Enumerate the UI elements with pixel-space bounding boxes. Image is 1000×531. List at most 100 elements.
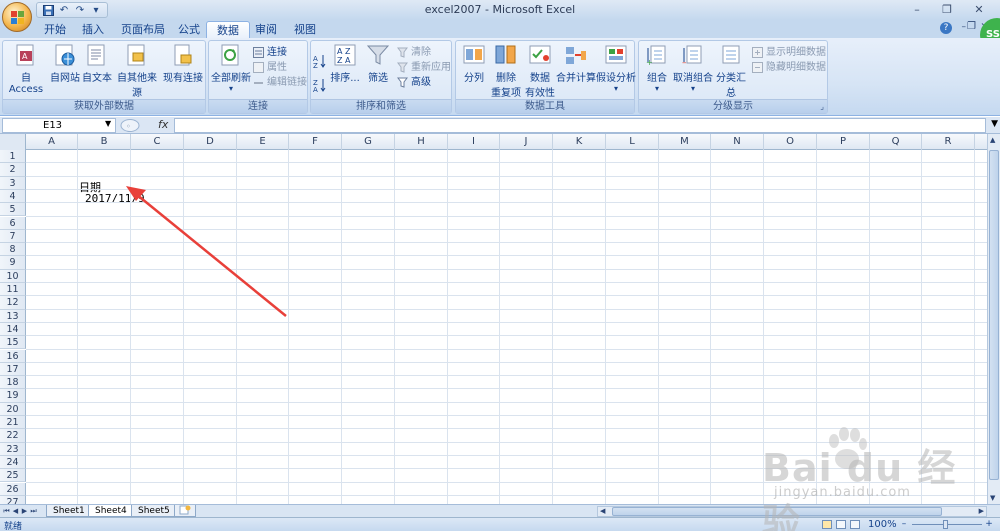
column-header-E[interactable]: E [237, 134, 289, 150]
horizontal-scrollbar[interactable]: ◀ ▶ [597, 506, 987, 517]
formula-input[interactable] [174, 118, 986, 133]
consolidate-button[interactable]: 合并计算 [556, 43, 596, 84]
row-header-26[interactable]: 26 [0, 482, 26, 496]
office-button[interactable] [2, 2, 32, 32]
column-header-J[interactable]: J [500, 134, 553, 150]
close-button[interactable]: ✕ [968, 2, 990, 17]
column-header-G[interactable]: G [342, 134, 395, 150]
row-header-5[interactable]: 5 [0, 203, 26, 217]
column-header-D[interactable]: D [184, 134, 237, 150]
row-header-23[interactable]: 23 [0, 442, 26, 456]
row-header-16[interactable]: 16 [0, 349, 26, 363]
row-header-2[interactable]: 2 [0, 163, 26, 177]
cells-area[interactable]: 日期 2017/11/9 [26, 150, 987, 504]
scroll-right-icon[interactable]: ▶ [979, 507, 984, 515]
sort-ascending-icon[interactable]: AZ [313, 53, 327, 70]
row-header-18[interactable]: 18 [0, 376, 26, 390]
prev-sheet-icon[interactable]: ◀ [11, 505, 20, 517]
edit-links-button[interactable]: 编辑链接 [253, 75, 307, 90]
row-header-10[interactable]: 10 [0, 269, 26, 283]
refresh-all-button[interactable]: 全部刷新 ▾ [211, 43, 251, 93]
scroll-up-icon[interactable]: ▲ [990, 136, 995, 144]
row-header-7[interactable]: 7 [0, 229, 26, 244]
from-access-button[interactable]: A 自 Access [5, 43, 47, 95]
row-header-1[interactable]: 1 [0, 150, 26, 164]
name-box-dropdown-icon[interactable]: ▼ [105, 119, 111, 128]
row-header-25[interactable]: 25 [0, 469, 26, 483]
sheet-tab-sheet1[interactable]: Sheet1 [46, 505, 92, 517]
row-header-20[interactable]: 20 [0, 402, 26, 416]
row-header-21[interactable]: 21 [0, 416, 26, 430]
row-header-19[interactable]: 19 [0, 389, 26, 403]
row-header-17[interactable]: 17 [0, 362, 26, 377]
from-text-button[interactable]: 自文本 [81, 43, 113, 84]
horizontal-scroll-thumb[interactable] [612, 507, 942, 516]
undo-icon[interactable]: ↶ [57, 4, 71, 16]
from-web-button[interactable]: 自网站 [49, 43, 81, 84]
row-header-22[interactable]: 22 [0, 429, 26, 443]
remove-duplicates-button[interactable]: 删除 重复项 [490, 43, 522, 99]
insert-function-icon[interactable]: fx [158, 118, 168, 131]
column-header-F[interactable]: F [289, 134, 342, 150]
save-icon[interactable] [41, 4, 55, 16]
what-if-analysis-button[interactable]: 假设分析 ▾ [596, 43, 636, 93]
insert-sheet-icon[interactable] [174, 505, 196, 517]
dialog-launcher-icon[interactable]: ⌟ [820, 102, 824, 111]
column-header-C[interactable]: C [131, 134, 184, 150]
reapply-button[interactable]: 重新应用 [397, 60, 451, 75]
sort-button[interactable]: A ZZ A 排序... [329, 43, 361, 84]
help-icon[interactable]: ? [940, 22, 952, 34]
vertical-scrollbar[interactable]: ▲ ▼ [987, 134, 1000, 504]
row-header-6[interactable]: 6 [0, 216, 26, 230]
connections-button[interactable]: 连接 [253, 45, 287, 60]
redo-icon[interactable]: ↷ [73, 4, 87, 16]
hide-detail-button[interactable]: 隐藏明细数据 [752, 60, 826, 75]
tab-view[interactable]: 视图 [284, 21, 326, 38]
column-header-A[interactable]: A [26, 134, 78, 150]
row-header-4[interactable]: 4 [0, 189, 26, 204]
filter-button[interactable]: 筛选 [363, 43, 393, 84]
row-header-13[interactable]: 13 [0, 309, 26, 323]
existing-connections-button[interactable]: 现有连接 [163, 43, 203, 84]
column-header-B[interactable]: B [78, 134, 131, 150]
page-break-view-icon[interactable] [850, 520, 860, 529]
worksheet-grid[interactable]: ABCDEFGHIJKLMNOPQR 1 2 3 4 5 6 7 8 9 10 11 12 13 14 15… [0, 134, 987, 504]
subtotal-button[interactable]: 分类汇总 [713, 43, 749, 99]
column-header-P[interactable]: P [817, 134, 870, 150]
tab-home[interactable]: 开始 [34, 21, 76, 38]
row-header-11[interactable]: 11 [0, 283, 26, 297]
row-header-14[interactable]: 14 [0, 322, 26, 337]
row-header-15[interactable]: 15 [0, 336, 26, 350]
select-all-corner[interactable] [0, 134, 26, 150]
formula-bar-toggle-icon[interactable]: ◦ [118, 118, 148, 133]
row-header-27[interactable]: 27 [0, 495, 26, 504]
expand-formula-bar-icon[interactable]: ▼ [991, 119, 998, 129]
row-header-24[interactable]: 24 [0, 455, 26, 470]
column-header-I[interactable]: I [448, 134, 500, 150]
tab-formulas[interactable]: 公式 [168, 21, 210, 38]
ungroup-button[interactable]: – 取消组合 ▾ [673, 43, 713, 93]
last-sheet-icon[interactable]: ⏭ [29, 505, 38, 517]
column-header-R[interactable]: R [922, 134, 975, 150]
zoom-out-icon[interactable]: – [899, 519, 909, 529]
sheet-tab-sheet4[interactable]: Sheet4 [88, 505, 134, 517]
zoom-level[interactable]: 100% [868, 519, 897, 530]
tab-review[interactable]: 审阅 [245, 21, 287, 38]
group-button[interactable]: + 组合 ▾ [641, 43, 673, 93]
text-to-columns-button[interactable]: 分列 [458, 43, 490, 84]
column-header-Q[interactable]: Q [870, 134, 922, 150]
advanced-filter-button[interactable]: 高级 [397, 75, 431, 90]
row-header-9[interactable]: 9 [0, 256, 26, 270]
column-header-O[interactable]: O [764, 134, 817, 150]
properties-button[interactable]: 属性 [253, 60, 287, 75]
vertical-scroll-thumb[interactable] [989, 150, 999, 480]
tab-insert[interactable]: 插入 [72, 21, 114, 38]
column-header-K[interactable]: K [553, 134, 606, 150]
row-header-8[interactable]: 8 [0, 243, 26, 257]
restore-button[interactable]: ❐ [936, 2, 958, 17]
column-header-H[interactable]: H [395, 134, 448, 150]
scroll-down-icon[interactable]: ▼ [990, 494, 995, 502]
sheet-tab-sheet5[interactable]: Sheet5 [131, 505, 177, 517]
column-header-N[interactable]: N [711, 134, 764, 150]
name-box[interactable]: E13 [2, 118, 116, 133]
